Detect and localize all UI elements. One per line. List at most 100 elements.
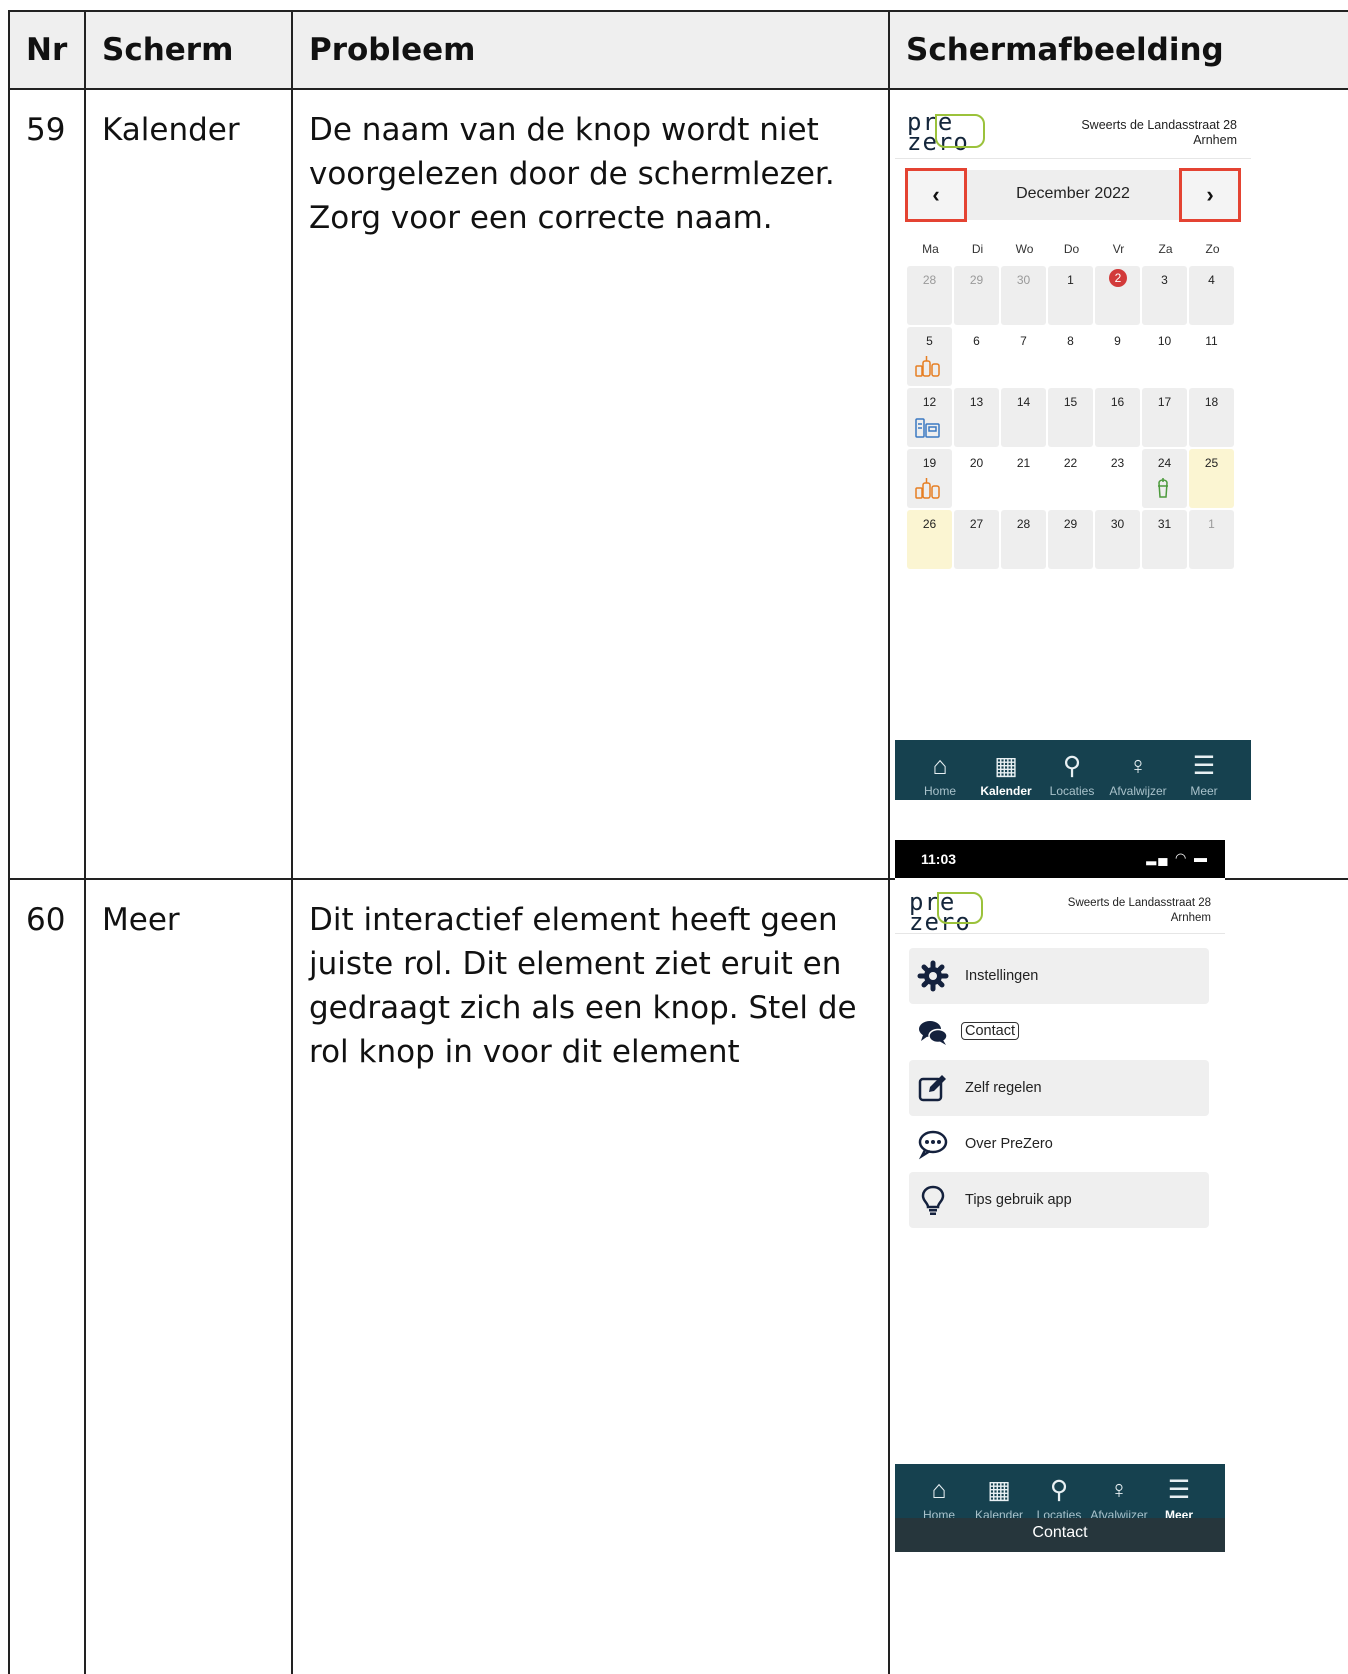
calendar-day[interactable]: 15 (1048, 388, 1093, 447)
tab-kalender[interactable]: ▦ Kalender (969, 1464, 1029, 1522)
calendar-day[interactable]: 23 (1095, 449, 1140, 508)
day-number: 18 (1204, 395, 1219, 409)
calendar-day[interactable]: 24 (1142, 449, 1187, 508)
day-number: 14 (1016, 395, 1031, 409)
calendar-day[interactable]: 21 (1001, 449, 1046, 508)
tab-label: Kalender (980, 784, 1032, 798)
day-number: 23 (1110, 456, 1125, 470)
menu-item-instellingen[interactable]: Instellingen (909, 948, 1209, 1004)
glass-bottles-icon (915, 355, 941, 377)
menu-item-tips-gebruik-app[interactable]: Tips gebruik app (909, 1172, 1209, 1228)
tab-afvalwijzer[interactable]: ♀ Afvalwijzer (1105, 740, 1171, 798)
gear-icon (917, 960, 949, 992)
tab-afvalwijzer[interactable]: ♀ Afvalwijzer (1089, 1464, 1149, 1522)
calendar-day[interactable]: 29 (954, 266, 999, 325)
row-60-scherm: Meer (86, 880, 293, 1674)
paper-carton-icon (915, 416, 941, 438)
day-number: 20 (969, 456, 984, 470)
tab-meer[interactable]: ☰ Meer (1171, 740, 1237, 798)
calendar-day[interactable]: 8 (1048, 327, 1093, 386)
calendar-day[interactable]: 22 (1048, 449, 1093, 508)
header-nr: Nr (10, 12, 86, 90)
day-number: 26 (922, 517, 937, 531)
calendar-day[interactable]: 28 (1001, 510, 1046, 569)
calendar-day[interactable]: 7 (1001, 327, 1046, 386)
tab-meer[interactable]: ☰ Meer (1149, 1464, 1209, 1522)
calendar-day[interactable]: 25 (1189, 449, 1234, 508)
day-number: 1 (1067, 273, 1074, 287)
logo-frame (937, 892, 983, 924)
calendar-day[interactable]: 10 (1142, 327, 1187, 386)
calendar-day[interactable]: 16 (1095, 388, 1140, 447)
tab-locaties[interactable]: ⚲ Locaties (1029, 1464, 1089, 1522)
tab-locaties[interactable]: ⚲ Locaties (1039, 740, 1105, 798)
day-number: 11 (1205, 334, 1218, 348)
edit-icon (918, 1075, 946, 1102)
calendar-day[interactable]: 20 (954, 449, 999, 508)
day-number: 29 (1063, 517, 1078, 531)
calendar-day[interactable]: 4 (1189, 266, 1234, 325)
menu-item-over-prezero[interactable]: Over PreZero (909, 1116, 1209, 1172)
menu-item-zelf-regelen[interactable]: Zelf regelen (909, 1060, 1209, 1116)
tab-bar: ⌂ Home ▦ Kalender ⚲ Locaties ♀ Afvalwijzer ☰… (895, 1464, 1225, 1552)
day-number: 29 (969, 273, 984, 287)
day-number: 28 (1016, 517, 1031, 531)
status-bar: 11:03 ▂▄ ◠ ▬ (895, 840, 1225, 878)
next-month-button[interactable]: › (1179, 168, 1241, 222)
tab-home[interactable]: ⌂ Home (909, 1464, 969, 1522)
calendar-day[interactable]: 19 (907, 449, 952, 508)
calendar-day[interactable]: 14 (1001, 388, 1046, 447)
voiceover-caption: Contact (895, 1518, 1225, 1552)
calendar-day[interactable]: 28 (907, 266, 952, 325)
day-number: 28 (922, 273, 937, 287)
row-59-nr: 59 (10, 90, 86, 880)
signal-wifi-battery-icon: ▂▄ ◠ ▬ (1146, 850, 1209, 865)
calendar-day[interactable]: 31 (1142, 510, 1187, 569)
status-time: 11:03 (921, 851, 957, 867)
calendar-day[interactable]: 6 (954, 327, 999, 386)
lightbulb-icon (921, 1185, 945, 1215)
calendar-day[interactable]: 9 (1095, 327, 1140, 386)
meer-screenshot: 11:03 ▂▄ ◠ ▬ pre zero Sweerts de Landass… (895, 840, 1225, 1552)
tab-home[interactable]: ⌂ Home (907, 740, 973, 798)
tab-bar: ⌂ Home ▦ Kalender ⚲ Locaties ♀ Afvalwijzer ☰… (895, 740, 1251, 800)
day-number: 31 (1157, 517, 1172, 531)
calendar-day[interactable]: 13 (954, 388, 999, 447)
calendar-day[interactable]: 1 (1189, 510, 1234, 569)
weekday-label: Do (1063, 242, 1080, 256)
calendar-day[interactable]: 18 (1189, 388, 1234, 447)
calendar-day[interactable]: 11 (1189, 327, 1234, 386)
day-number: 5 (926, 334, 933, 348)
day-number: 24 (1157, 456, 1172, 470)
calendar-day[interactable]: 2 (1095, 266, 1140, 325)
weekday-label: Ma (922, 242, 939, 256)
day-number: 9 (1114, 334, 1121, 348)
calendar-day[interactable]: 3 (1142, 266, 1187, 325)
weekday-label: Di (971, 242, 984, 256)
day-number: 12 (922, 395, 937, 409)
comment-dots-icon (918, 1130, 948, 1160)
calendar-day[interactable]: 30 (1001, 266, 1046, 325)
menu-item-contact[interactable]: Contact (909, 1004, 1209, 1060)
day-number: 3 (1161, 273, 1168, 287)
calendar-day[interactable]: 17 (1142, 388, 1187, 447)
row-59-scherm: Kalender (86, 90, 293, 880)
weekday-label: Za (1158, 242, 1173, 256)
tab-kalender[interactable]: ▦ Kalender (973, 740, 1039, 798)
tab-label: Meer (1190, 784, 1218, 798)
tab-label: Home (923, 784, 956, 798)
calendar-day[interactable]: 1 (1048, 266, 1093, 325)
calendar-day[interactable]: 27 (954, 510, 999, 569)
day-number: 8 (1067, 334, 1074, 348)
header-divider (895, 158, 1251, 159)
calendar-day[interactable]: 5 (907, 327, 952, 386)
calendar-day[interactable]: 30 (1095, 510, 1140, 569)
calendar-day[interactable]: 29 (1048, 510, 1093, 569)
month-navigation: December 2022 ‹ › (905, 168, 1241, 222)
home-icon: ⌂ (931, 1476, 947, 1504)
previous-month-button[interactable]: ‹ (905, 168, 967, 222)
menu-label: Over PreZero (965, 1136, 1053, 1152)
header-schermafbeelding: Schermafbeelding (890, 12, 1348, 90)
calendar-day[interactable]: 12 (907, 388, 952, 447)
calendar-day[interactable]: 26 (907, 510, 952, 569)
